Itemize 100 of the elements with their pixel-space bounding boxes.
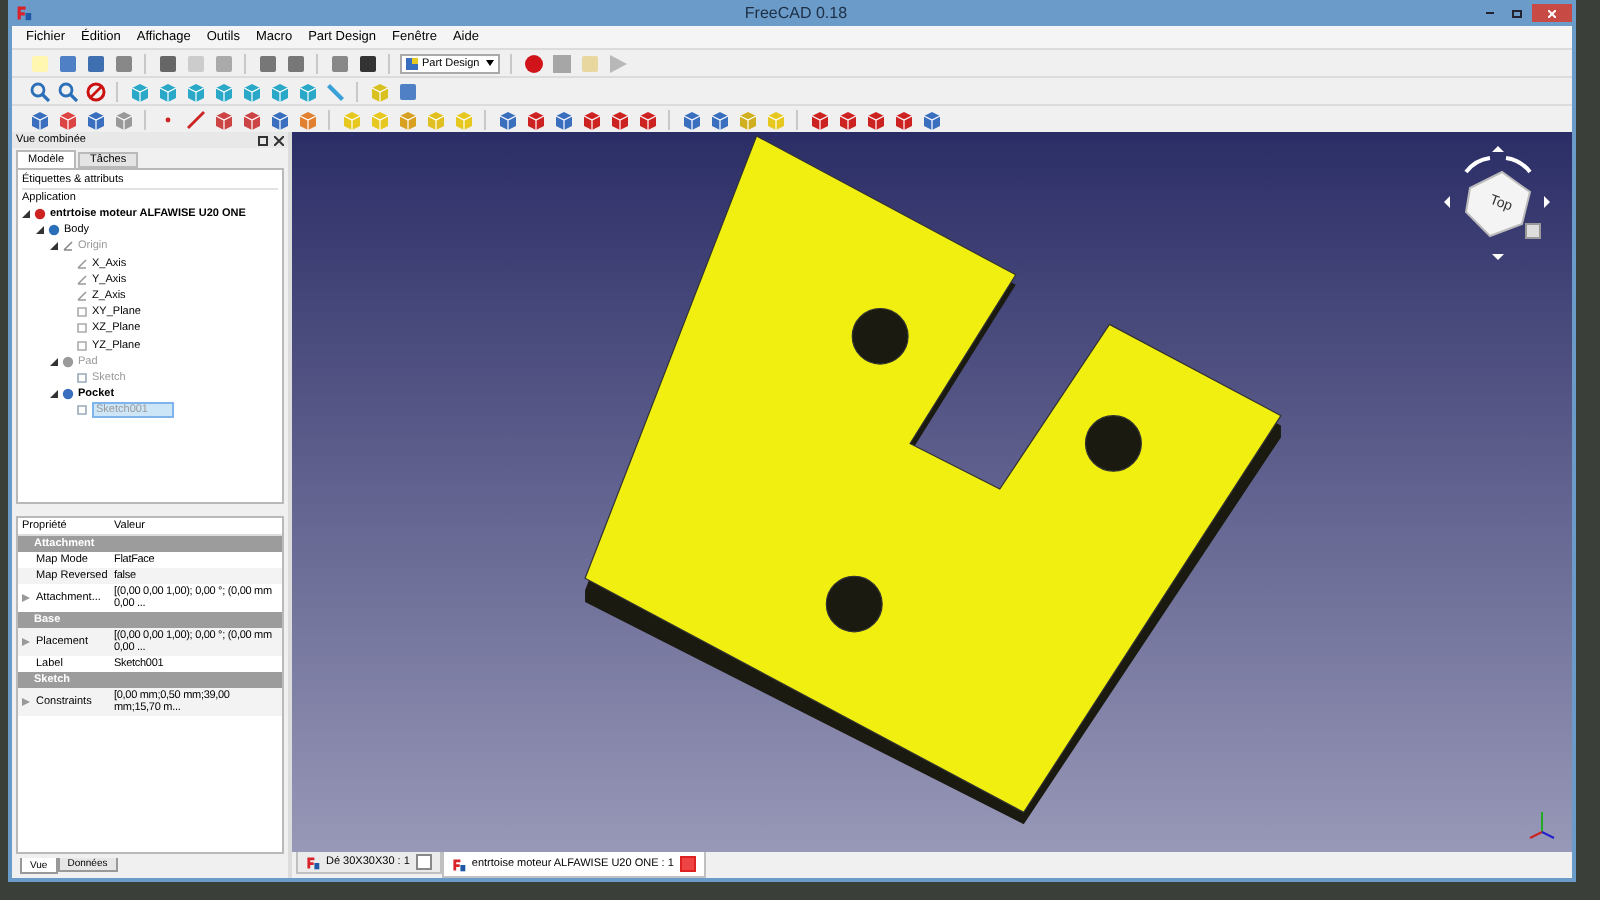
cube-icon xyxy=(185,81,205,101)
no-entry-button[interactable] xyxy=(84,80,106,102)
axis-icon xyxy=(76,257,88,270)
caret-icon xyxy=(486,60,494,66)
cube-icon xyxy=(113,109,133,129)
view-cube-button[interactable] xyxy=(212,80,234,102)
cube-icon xyxy=(453,109,473,129)
cube-icon xyxy=(241,109,261,129)
view-cube-button[interactable] xyxy=(496,108,518,130)
ruler-button[interactable] xyxy=(324,80,346,102)
cube-icon xyxy=(809,109,829,129)
record-button[interactable] xyxy=(522,52,544,74)
view-cube-button[interactable] xyxy=(156,80,178,102)
cube-icon xyxy=(369,109,389,129)
expand-arrow[interactable] xyxy=(50,390,58,399)
app-logo-icon xyxy=(306,855,320,869)
magnifier-icon xyxy=(29,81,49,101)
cube-icon xyxy=(297,81,317,101)
cube-icon xyxy=(297,109,317,129)
cube-icon xyxy=(341,109,361,129)
cube-icon xyxy=(269,81,289,101)
view-cube-button[interactable] xyxy=(112,108,134,130)
body-icon xyxy=(48,224,60,237)
close-icon[interactable] xyxy=(679,856,696,872)
cube-icon xyxy=(893,109,913,129)
cube-icon xyxy=(269,109,289,129)
view-cube-button[interactable] xyxy=(28,108,50,130)
cube-icon xyxy=(553,109,573,129)
close-icon xyxy=(1548,9,1556,17)
view-cube-button[interactable] xyxy=(636,108,658,130)
view-cube-button[interactable] xyxy=(808,108,830,130)
axis-icon xyxy=(76,290,88,303)
view-cube-button[interactable] xyxy=(184,80,206,102)
view-cube-button[interactable] xyxy=(396,108,418,130)
axes-icon xyxy=(62,240,74,253)
cube-icon xyxy=(525,109,545,129)
cube-icon xyxy=(157,81,177,101)
app-logo-icon xyxy=(16,4,32,22)
cube-icon xyxy=(681,109,701,129)
cube-icon xyxy=(241,81,261,101)
cube-icon xyxy=(57,109,77,129)
solid-icon xyxy=(62,355,74,368)
magnifier-button[interactable] xyxy=(56,80,78,102)
axis-indicator-icon xyxy=(1528,808,1556,840)
line-button[interactable] xyxy=(184,108,206,130)
app-logo-icon xyxy=(451,857,466,871)
workbench-icon xyxy=(406,57,418,69)
record-icon xyxy=(523,53,543,73)
view-cube-button[interactable] xyxy=(296,80,318,102)
view-cube-button[interactable] xyxy=(268,108,290,130)
view-cube-button[interactable] xyxy=(268,80,290,102)
magnifier-button[interactable] xyxy=(28,80,50,102)
view-cube-button[interactable] xyxy=(212,108,234,130)
cube-icon xyxy=(609,109,629,129)
cube-icon xyxy=(425,109,445,129)
cube-icon xyxy=(709,109,729,129)
view-cube-button[interactable] xyxy=(608,108,630,130)
cube-icon xyxy=(637,109,657,129)
window-title: FreeCAD 0.18 xyxy=(742,4,850,22)
view-cube-button[interactable] xyxy=(240,108,262,130)
cube-icon xyxy=(213,109,233,129)
view-cube-button[interactable] xyxy=(708,108,730,130)
cube-icon xyxy=(581,109,601,129)
maximize-icon xyxy=(1511,9,1521,17)
view-cube-button[interactable] xyxy=(920,108,942,130)
view-cube-button[interactable] xyxy=(296,108,318,130)
stop-button[interactable] xyxy=(550,52,572,74)
maximize-button[interactable] xyxy=(1506,5,1526,21)
cube-icon xyxy=(837,109,857,129)
no-entry-icon xyxy=(85,81,105,101)
view-cube-button[interactable] xyxy=(128,80,150,102)
cube-icon xyxy=(737,109,757,129)
view-cube-button[interactable] xyxy=(524,108,546,130)
view-cube-button[interactable] xyxy=(580,108,602,130)
cube-icon xyxy=(497,109,517,129)
solid-icon xyxy=(62,388,74,401)
float-icon[interactable] xyxy=(258,135,268,145)
expand-arrow[interactable] xyxy=(22,210,30,219)
cube-icon xyxy=(29,109,49,129)
close-icon[interactable] xyxy=(274,135,284,145)
magnifier-icon xyxy=(57,81,77,101)
cube-icon xyxy=(85,109,105,129)
view-cube-button[interactable] xyxy=(864,108,886,130)
view-cube-button[interactable] xyxy=(836,108,858,130)
cube-icon xyxy=(865,109,885,129)
minimize-icon xyxy=(1486,12,1494,14)
view-cube-button[interactable] xyxy=(552,108,574,130)
line-icon xyxy=(185,109,205,129)
view-cube-button[interactable] xyxy=(56,108,78,130)
cube-icon xyxy=(369,81,389,101)
cube-icon xyxy=(765,109,785,129)
close-button[interactable] xyxy=(1532,4,1572,22)
cube-icon xyxy=(213,81,233,101)
view-cube-button[interactable] xyxy=(680,108,702,130)
cube-icon xyxy=(397,109,417,129)
expand-arrow[interactable] xyxy=(36,226,44,235)
view-cube-button[interactable] xyxy=(84,108,106,130)
axis-icon xyxy=(76,273,88,286)
view-cube-button[interactable] xyxy=(240,80,262,102)
view-cube-button[interactable] xyxy=(892,108,914,130)
